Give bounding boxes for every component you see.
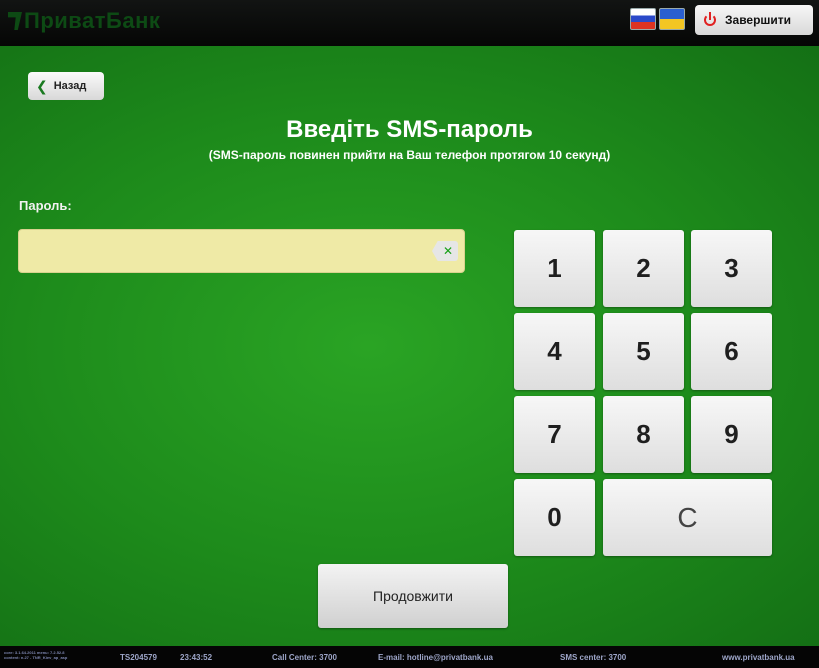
sms-center-info: SMS center: 3700 — [560, 653, 627, 662]
exit-button-label: Завершити — [725, 13, 792, 27]
key-2[interactable]: 2 — [603, 230, 684, 307]
page-title: Введіть SMS-пароль — [286, 116, 533, 143]
version-info: core: 3.1.64.2011 menu: 7.2.52.8 content… — [4, 650, 67, 660]
logo-icon — [8, 12, 22, 30]
key-9[interactable]: 9 — [691, 396, 772, 473]
key-5[interactable]: 5 — [603, 313, 684, 390]
call-center-info: Call Center: 3700 — [272, 653, 337, 662]
key-7[interactable]: 7 — [514, 396, 595, 473]
continue-button[interactable]: Продовжити — [318, 564, 508, 628]
power-icon — [703, 12, 717, 27]
exit-button[interactable]: Завершити — [695, 5, 813, 35]
language-ua-flag-icon[interactable] — [659, 8, 685, 30]
version-line-2: content: n.27 - TNR_Kiev_ap_asp — [4, 655, 68, 660]
logo-text: ПриватБанк — [24, 8, 161, 33]
page-subtitle: (SMS-пароль повинен прийти на Ваш телефо… — [208, 148, 611, 162]
key-6[interactable]: 6 — [691, 313, 772, 390]
key-8[interactable]: 8 — [603, 396, 684, 473]
key-clear[interactable]: С — [603, 479, 772, 556]
key-4[interactable]: 4 — [514, 313, 595, 390]
privatbank-logo: ПриватБанк — [8, 8, 160, 34]
back-button-label: Назад — [53, 80, 87, 92]
language-ru-flag-icon[interactable] — [630, 8, 656, 30]
status-footer: core: 3.1.64.2011 menu: 7.2.52.8 content… — [0, 646, 819, 668]
password-field[interactable]: ✕ — [18, 229, 465, 273]
terminal-id: TS204579 — [120, 653, 157, 662]
clock-time: 23:43:52 — [180, 653, 213, 662]
password-label: Пароль: — [19, 198, 72, 213]
backspace-clear-icon[interactable]: ✕ — [432, 241, 458, 261]
chevron-left-icon: ❮ — [36, 77, 48, 94]
email-info: E-mail: hotline@privatbank.ua — [378, 653, 493, 662]
top-bar: ПриватБанк Завершити — [0, 0, 819, 46]
key-1[interactable]: 1 — [514, 230, 595, 307]
back-button[interactable]: ❮ Назад — [28, 72, 104, 100]
key-0[interactable]: 0 — [514, 479, 595, 556]
main-panel: ❮ Назад Введіть SMS-пароль (SMS-пароль п… — [0, 46, 819, 646]
website-info: www.privatbank.ua — [722, 653, 795, 662]
key-3[interactable]: 3 — [691, 230, 772, 307]
